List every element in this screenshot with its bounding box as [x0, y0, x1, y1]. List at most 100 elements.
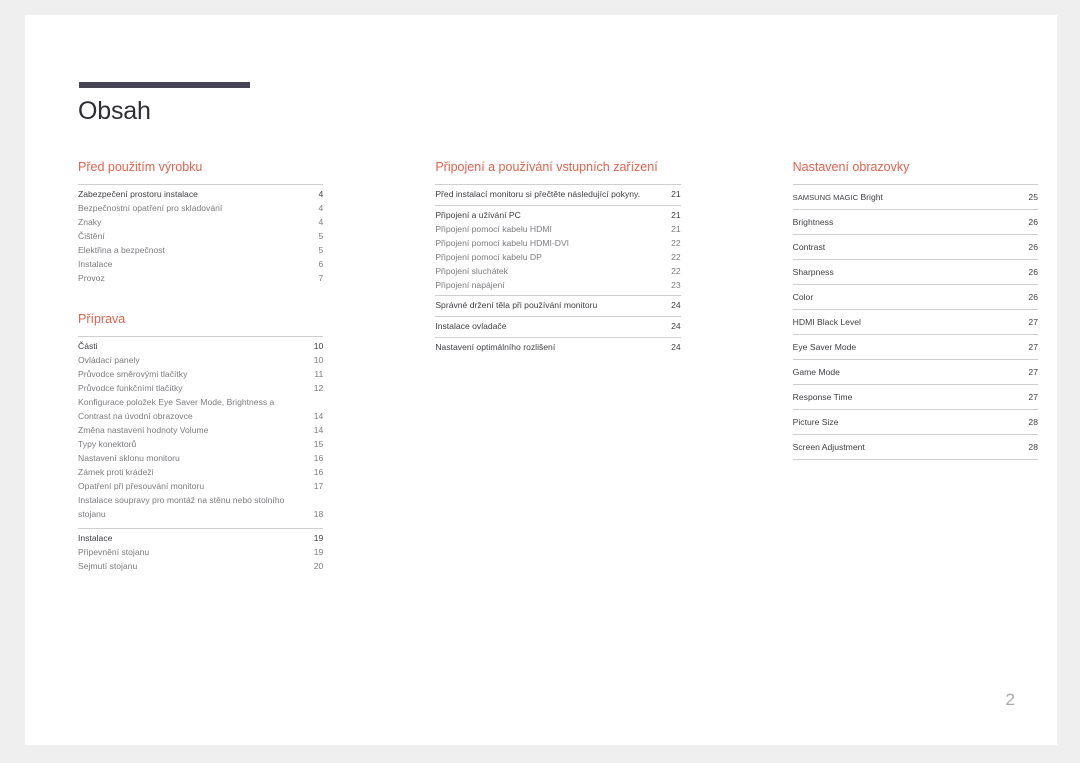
toc-entry-label: Typy konektorů	[78, 438, 137, 449]
toc-entry[interactable]: Zámek proti krádeži 16	[78, 466, 323, 480]
toc-entry-page: 19	[313, 533, 324, 544]
toc-entry[interactable]: Připojení sluchátek 22	[435, 265, 680, 279]
toc-entry-page: 26	[1028, 242, 1038, 252]
toc-entry[interactable]: Provoz 7	[78, 272, 323, 286]
toc-group: Správné držení těla při používání monito…	[435, 295, 681, 316]
toc-entry-label: SAMSUNG MAGIC Bright	[793, 192, 883, 202]
toc-entry-page: 17	[313, 480, 324, 491]
toc-entry[interactable]: Průvodce funkčními tlačítky 12	[78, 382, 323, 396]
title-rule	[79, 82, 250, 88]
toc-section-pred-pouzitim-vyrobku: Před použitím výrobku Zabezpečení prosto…	[78, 160, 324, 288]
toc-entry[interactable]: Instalace ovladače 24	[435, 320, 680, 334]
page-number: 2	[1005, 690, 1015, 709]
toc-entry-page: 10	[313, 355, 324, 366]
toc-entry-page: 6	[318, 258, 324, 269]
toc-entry-page: 4	[318, 216, 324, 227]
toc-entry[interactable]: Změna nastavení hodnoty Volume 14	[78, 424, 323, 438]
toc-entry-label: Připojení pomocí kabelu HDMI	[435, 223, 552, 234]
toc-entry[interactable]: Nastavení optimálního rozlišení 24	[435, 341, 680, 355]
toc-entry-label: Instalace	[78, 258, 113, 269]
toc-entry[interactable]: Připevnění stojanu 19	[78, 546, 323, 560]
toc-entry[interactable]: Správné držení těla při používání monito…	[435, 299, 680, 313]
toc-entry[interactable]: Čištění 5	[78, 230, 323, 244]
toc-entry[interactable]: Znaky 4	[78, 216, 323, 230]
toc-entry-label: Připojení pomocí kabelu DP	[435, 251, 542, 262]
toc-entry[interactable]: Nastavení sklonu monitoru 16	[78, 452, 323, 466]
toc-entry[interactable]: Ovládací panely 10	[78, 354, 323, 368]
toc-entry-label: Ovládací panely	[78, 355, 140, 366]
toc-entry-label: Před instalací monitoru si přečtěte násl…	[435, 189, 641, 199]
toc-entry-label: Provoz	[78, 272, 105, 283]
toc-entry-label: Změna nastavení hodnoty Volume	[78, 424, 209, 435]
toc-entry[interactable]: Průvodce směrovými tlačítky 11	[78, 368, 323, 382]
toc-entry[interactable]: Instalace soupravy pro montáž na stěnu n…	[78, 494, 323, 522]
toc-entry[interactable]: Brightness 26	[792, 209, 1038, 234]
toc-entry[interactable]: Bezpečnostní opatření pro skladování 4	[78, 202, 323, 216]
toc-entry[interactable]: Sejmutí stojanu 20	[78, 560, 323, 574]
toc-entry[interactable]: Response Time 27	[792, 384, 1038, 409]
document-page: Obsah Před použitím výrobku Zabezpečení …	[25, 15, 1057, 745]
toc-entry-page: 24	[671, 300, 681, 311]
toc-entry[interactable]: Připojení napájení 23	[435, 279, 680, 293]
toc-entry[interactable]: Připojení pomocí kabelu DP 22	[435, 251, 680, 265]
toc-entry-label: Znaky	[78, 216, 102, 227]
toc-entry-label: HDMI Black Level	[792, 317, 861, 327]
section-heading: Nastavení obrazovky	[792, 160, 910, 174]
toc-entry-page: 16	[313, 452, 324, 463]
toc-entry-label: Instalace soupravy pro montáž na stěnu n…	[78, 494, 285, 519]
toc-section-nastaveni-obrazovky: Nastavení obrazovky SAMSUNG MAGIC Bright…	[792, 160, 1038, 460]
toc-entry-page: 28	[1028, 417, 1038, 427]
toc-entry-page: 5	[318, 230, 324, 241]
toc-entry[interactable]: SAMSUNG MAGIC Bright 25	[792, 184, 1038, 209]
toc-entry-label: Instalace	[78, 533, 113, 544]
toc-entry-label: Response Time	[792, 392, 853, 402]
toc-column-1: Před použitím výrobku Zabezpečení prosto…	[78, 160, 324, 577]
toc-entry[interactable]: Instalace 19	[78, 532, 323, 546]
toc-entry-page: 22	[671, 265, 681, 276]
toc-entry-label-rest: Bright	[858, 192, 883, 202]
toc-entry-page: 24	[671, 342, 681, 353]
toc-entry-page: 14	[313, 424, 324, 435]
toc-group: Části 10 Ovládací panely 10 Průvodce smě…	[78, 336, 324, 522]
toc-entry-label: Připojení napájení	[435, 279, 505, 290]
toc-entry[interactable]: Picture Size 28	[792, 409, 1038, 434]
toc-entry-label: Připojení a užívání PC	[435, 209, 521, 220]
toc-entry-label: Brightness	[792, 217, 834, 227]
toc-entry[interactable]: Game Mode 27	[792, 359, 1038, 384]
toc-entry[interactable]: Eye Saver Mode 27	[792, 334, 1038, 359]
toc-entry-page: 27	[1028, 342, 1038, 352]
toc-entry[interactable]: Contrast 26	[792, 234, 1038, 259]
toc-column-3: Nastavení obrazovky SAMSUNG MAGIC Bright…	[792, 160, 1038, 577]
toc-entry[interactable]: Screen Adjustment 28	[792, 434, 1038, 460]
toc-entry[interactable]: Color 26	[792, 284, 1038, 309]
toc-group: Zabezpečení prostoru instalace 4 Bezpečn…	[78, 184, 324, 288]
toc-entry[interactable]: HDMI Black Level 27	[792, 309, 1038, 334]
toc-entry[interactable]: Připojení pomocí kabelu HDMI 21	[435, 223, 680, 237]
section-heading: Příprava	[78, 312, 126, 327]
toc-entry-label: Správné držení těla při používání monito…	[435, 300, 598, 311]
toc-entry-label: Bezpečnostní opatření pro skladování	[78, 202, 223, 213]
toc-entry[interactable]: Typy konektorů 15	[78, 438, 323, 452]
toc-entry-page: 24	[671, 321, 681, 332]
toc-entry-label: Zámek proti krádeži	[78, 466, 154, 477]
toc-entry[interactable]: Elektřina a bezpečnost 5	[78, 244, 323, 258]
toc-group: Připojení a užívání PC 21 Připojení pomo…	[435, 204, 681, 296]
toc-entry[interactable]: Sharpness 26	[792, 259, 1038, 284]
toc-entry-label: Opatření při přesouvání monitoru	[78, 480, 205, 491]
toc-entry[interactable]: Připojení a užívání PC 21	[435, 209, 680, 223]
toc-entry[interactable]: Opatření při přesouvání monitoru 17	[78, 480, 323, 494]
toc-entry-label: Zabezpečení prostoru instalace	[78, 189, 198, 199]
toc-entry[interactable]: Konfigurace položek Eye Saver Mode, Brig…	[78, 396, 323, 424]
toc-entry-label: Připevnění stojanu	[78, 547, 150, 558]
toc-entry-page: 5	[318, 244, 324, 255]
toc-entry-page: 21	[671, 223, 681, 234]
toc-entry-page: 21	[671, 209, 681, 220]
toc-entry[interactable]: Před instalací monitoru si přečtěte násl…	[435, 188, 680, 202]
toc-entry[interactable]: Části 10	[78, 340, 323, 354]
toc-entry[interactable]: Zabezpečení prostoru instalace 4	[78, 188, 323, 202]
toc-column-2: Připojení a používání vstupních zařízení…	[435, 160, 681, 577]
toc-entry[interactable]: Instalace 6	[78, 258, 323, 272]
toc-entry[interactable]: Připojení pomocí kabelu HDMI-DVI 22	[435, 237, 680, 251]
toc-group: Instalace ovladače 24	[435, 316, 681, 337]
toc-entry-label: Průvodce funkčními tlačítky	[78, 383, 183, 394]
